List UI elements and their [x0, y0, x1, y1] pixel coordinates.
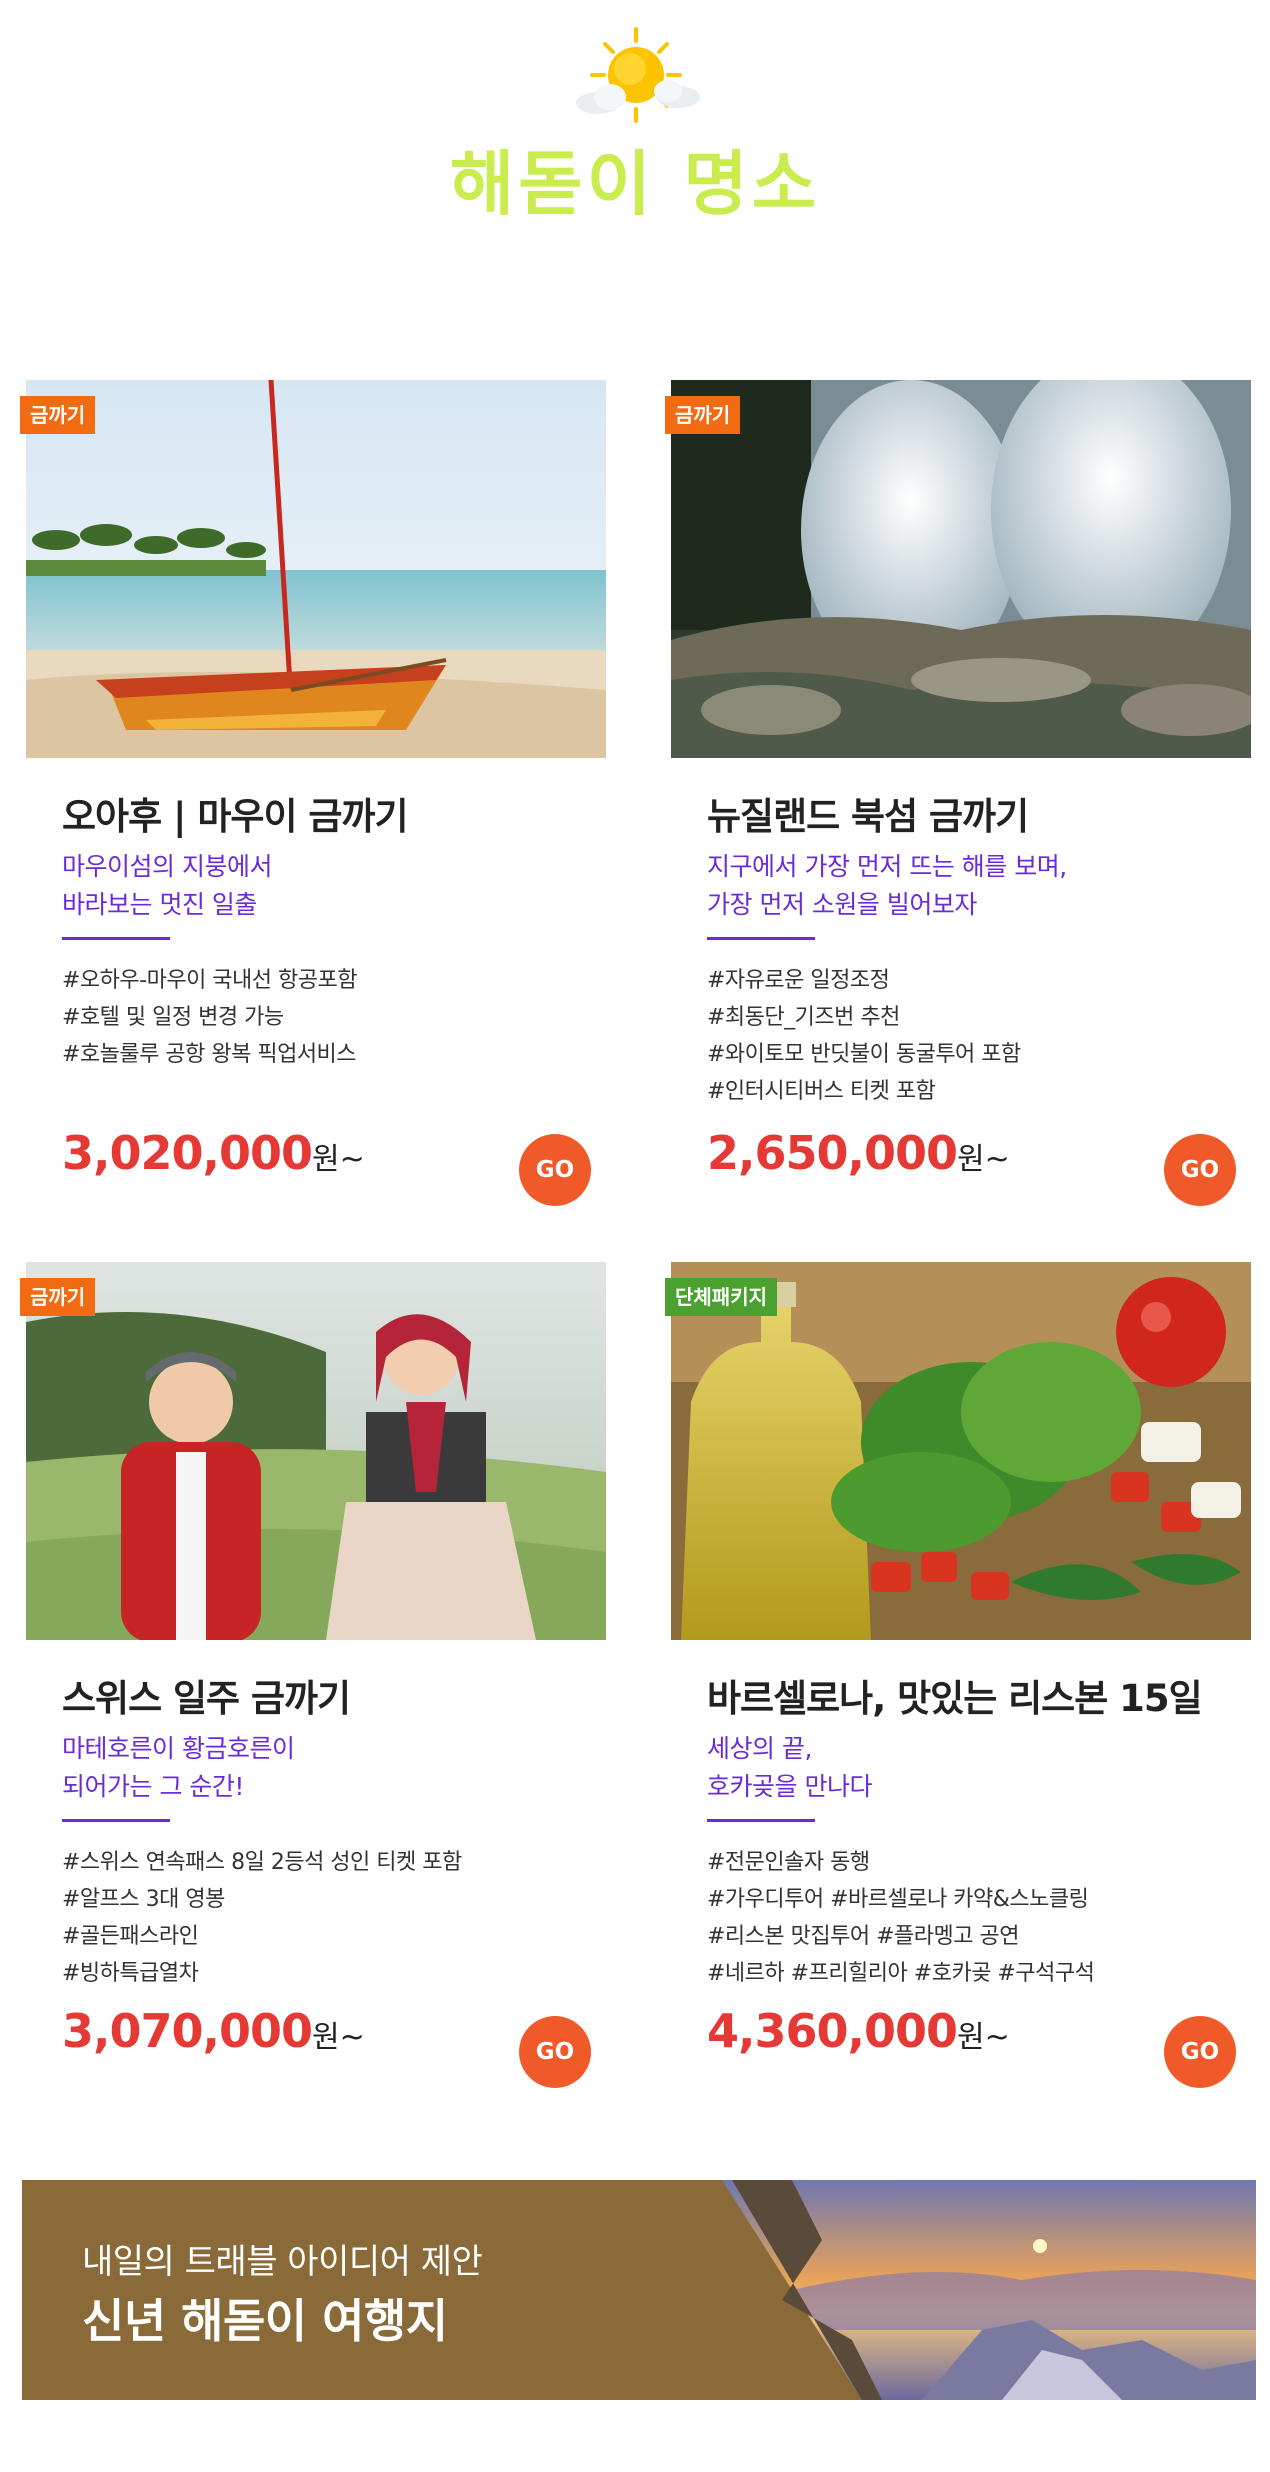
- product-tag: #인터시티버스 티켓 포함: [707, 1079, 936, 1104]
- product-tags: #자유로운 일정조정 #최동단_기즈번 추천 #와이토모 반딧불이 동굴투어 포…: [707, 962, 1247, 1110]
- product-tag: #오하우-마우이 국내선 항공포함: [62, 968, 357, 993]
- product-tag: #리스본 맛집투어 #플라멩고 공연: [707, 1924, 1019, 1949]
- divider: [62, 1819, 170, 1822]
- product-tag: #호놀룰루 공항 왕복 픽업서비스: [62, 1042, 357, 1067]
- product-subtitle: 마테호른이 황금호른이 되어가는 그 순간!: [62, 1730, 602, 1806]
- geyser-photo[interactable]: [671, 380, 1251, 758]
- product-badge: 단체패키지: [665, 1278, 777, 1316]
- product-subtitle-line: 바라보는 멋진 일출: [62, 890, 257, 919]
- product-price: 2,650,000원~: [707, 1126, 1010, 1180]
- product-tags: #스위스 연속패스 8일 2등석 성인 티켓 포함 #알프스 3대 영봉 #골든…: [62, 1844, 602, 1992]
- price-unit: 원~: [312, 2020, 365, 2055]
- product-subtitle: 지구에서 가장 먼저 뜨는 해를 보며, 가장 먼저 소원을 빌어보자: [707, 848, 1247, 924]
- price-amount: 2,650,000: [707, 1126, 958, 1180]
- go-button[interactable]: GO: [1164, 2016, 1236, 2088]
- price-unit: 원~: [312, 1142, 365, 1177]
- product-tags: #오하우-마우이 국내선 항공포함 #호텔 및 일정 변경 가능 #호놀룰루 공…: [62, 962, 602, 1073]
- price-unit: 원~: [957, 2020, 1010, 2055]
- product-subtitle-line: 지구에서 가장 먼저 뜨는 해를 보며,: [707, 852, 1067, 881]
- banner-title: 신년 해돋이 여행지: [82, 2294, 448, 2348]
- product-tag: #자유로운 일정조정: [707, 968, 890, 993]
- catamaran-beach-photo[interactable]: [26, 380, 606, 758]
- product-title[interactable]: 스위스 일주 금까기: [62, 1668, 602, 1722]
- product-title[interactable]: 오아후 | 마우이 금까기: [62, 786, 602, 840]
- product-badge: 금까기: [20, 396, 96, 434]
- swiss-children-photo[interactable]: [26, 1262, 606, 1640]
- go-button[interactable]: GO: [1164, 1134, 1236, 1206]
- divider: [707, 937, 815, 940]
- price-amount: 3,070,000: [62, 2004, 313, 2058]
- product-tag: #네르하 #프리힐리아 #호카곶 #구석구석: [707, 1961, 1095, 1986]
- product-badge: 금까기: [20, 1278, 96, 1316]
- promo-banner[interactable]: 내일의 트래블 아이디어 제안 신년 해돋이 여행지: [22, 2180, 1256, 2400]
- product-tags: #전문인솔자 동행 #가우디투어 #바르셀로나 카약&스노클링 #리스본 맛집투…: [707, 1844, 1247, 1992]
- price-amount: 4,360,000: [707, 2004, 958, 2058]
- divider: [62, 937, 170, 940]
- product-title[interactable]: 바르셀로나, 맛있는 리스본 15일: [707, 1668, 1247, 1722]
- product-card-barcelona-lisbon[interactable]: 단체패키지 바르셀로나, 맛있는 리스본 15일 세상의 끝, 호카곶을 만나다…: [665, 1262, 1255, 2132]
- go-button[interactable]: GO: [519, 2016, 591, 2088]
- product-tag: #알프스 3대 영봉: [62, 1887, 225, 1912]
- go-button[interactable]: GO: [519, 1134, 591, 1206]
- product-price: 3,070,000원~: [62, 2004, 365, 2058]
- product-tag: #빙하특급열차: [62, 1961, 199, 1986]
- product-subtitle-line: 되어가는 그 순간!: [62, 1772, 244, 1801]
- product-badge: 금까기: [665, 396, 741, 434]
- product-price: 3,020,000원~: [62, 1126, 365, 1180]
- product-subtitle-line: 마우이섬의 지붕에서: [62, 852, 272, 881]
- price-amount: 3,020,000: [62, 1126, 313, 1180]
- product-price: 4,360,000원~: [707, 2004, 1010, 2058]
- product-tag: #가우디투어 #바르셀로나 카약&스노클링: [707, 1887, 1089, 1912]
- header: 해돋이 명소: [0, 0, 1270, 230]
- product-tag: #최동단_기즈번 추천: [707, 1005, 900, 1030]
- product-subtitle-line: 호카곶을 만나다: [707, 1772, 872, 1801]
- product-tag: #골든패스라인: [62, 1924, 199, 1949]
- divider: [707, 1819, 815, 1822]
- product-tag: #스위스 연속패스 8일 2등석 성인 티켓 포함: [62, 1850, 462, 1875]
- page-title: 해돋이 명소: [449, 143, 821, 225]
- product-tag: #와이토모 반딧불이 동굴투어 포함: [707, 1042, 1021, 1067]
- product-title[interactable]: 뉴질랜드 북섬 금까기: [707, 786, 1247, 840]
- product-subtitle-line: 마테호른이 황금호른이: [62, 1734, 295, 1763]
- product-card-oahu-maui[interactable]: 금까기 오아후 | 마우이 금까기 마우이섬의 지붕에서 바라보는 멋진 일출 …: [20, 380, 610, 1250]
- sun-cloud-icon: [576, 27, 700, 123]
- banner-kicker: 내일의 트래블 아이디어 제안: [82, 2242, 483, 2282]
- product-card-switzerland[interactable]: 금까기 스위스 일주 금까기 마테호른이 황금호른이 되어가는 그 순간! #스…: [20, 1262, 610, 2132]
- product-card-new-zealand[interactable]: 금까기 뉴질랜드 북섬 금까기 지구에서 가장 먼저 뜨는 해를 보며, 가장 …: [665, 380, 1255, 1250]
- olive-oil-tomato-photo[interactable]: [671, 1262, 1251, 1640]
- product-subtitle: 세상의 끝, 호카곶을 만나다: [707, 1730, 1247, 1806]
- product-tag: #전문인솔자 동행: [707, 1850, 870, 1875]
- product-subtitle-line: 가장 먼저 소원을 빌어보자: [707, 890, 977, 919]
- price-unit: 원~: [957, 1142, 1010, 1177]
- product-subtitle: 마우이섬의 지붕에서 바라보는 멋진 일출: [62, 848, 602, 924]
- product-tag: #호텔 및 일정 변경 가능: [62, 1005, 284, 1030]
- product-subtitle-line: 세상의 끝,: [707, 1734, 812, 1763]
